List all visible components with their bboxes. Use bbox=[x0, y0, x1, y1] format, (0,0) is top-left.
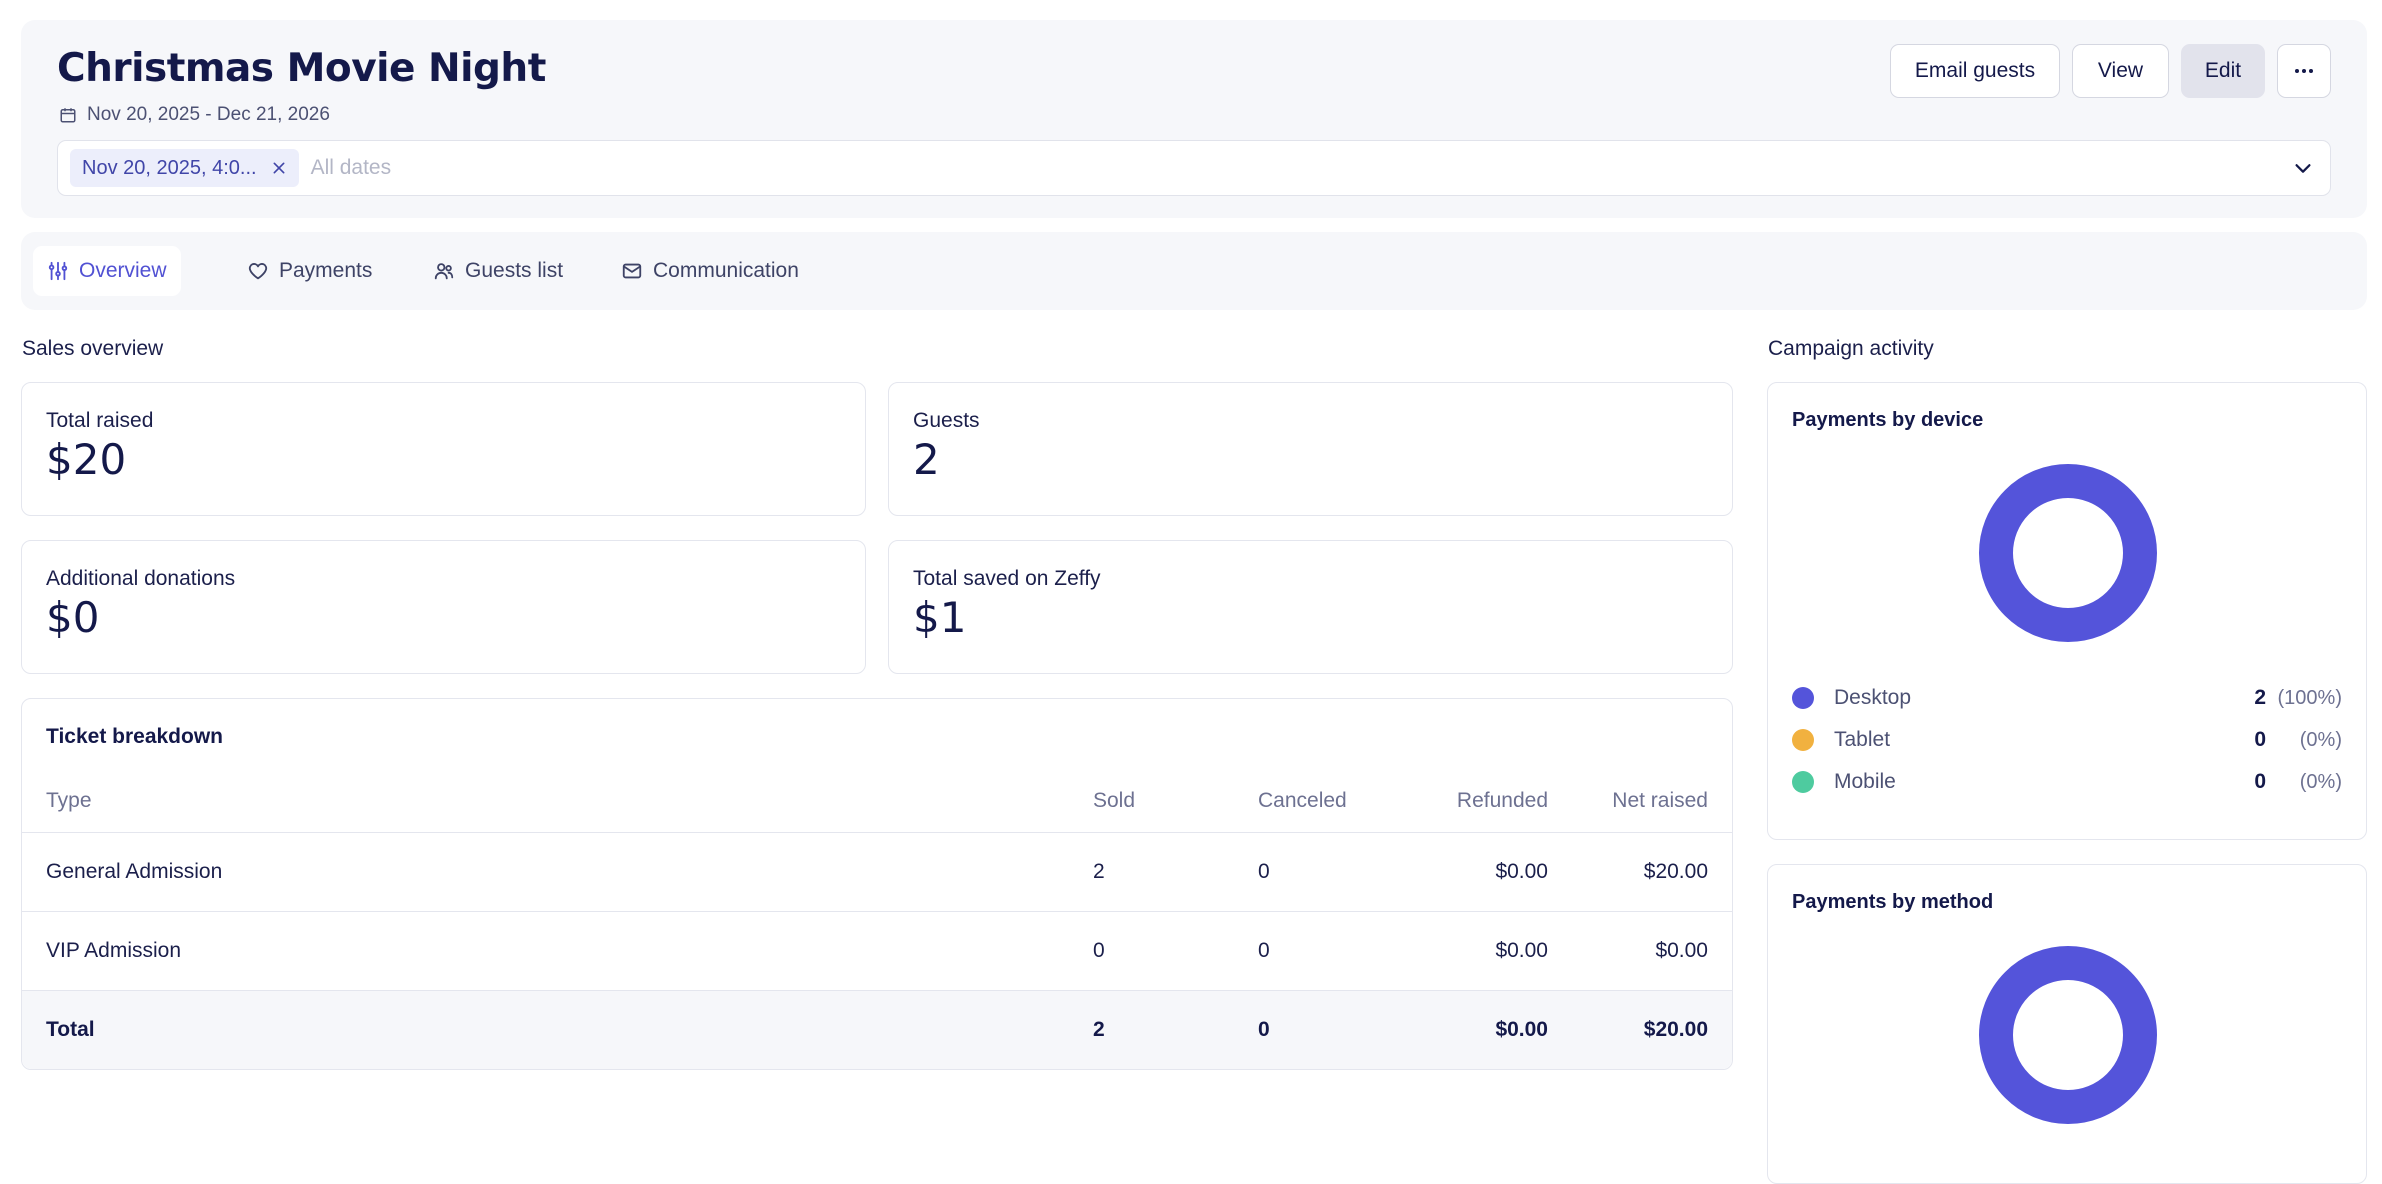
stat-card-total-saved: Total saved on Zeffy $1 bbox=[888, 540, 1733, 674]
more-horizontal-icon bbox=[2295, 69, 2313, 73]
date-filter-placeholder: All dates bbox=[310, 156, 392, 179]
legend-label: Desktop bbox=[1834, 686, 1912, 709]
legend-count: 0 bbox=[2254, 770, 2266, 793]
cell-type: VIP Admission bbox=[46, 939, 182, 962]
mail-icon bbox=[622, 263, 642, 279]
legend-item-mobile: Mobile 0 (0%) bbox=[1792, 767, 2342, 797]
column-header-net-raised: Net raised bbox=[1612, 789, 1708, 812]
legend-label: Tablet bbox=[1834, 728, 1891, 751]
table-header: Type Sold Canceled Refunded Net raised bbox=[22, 789, 1732, 827]
sliders-icon bbox=[48, 261, 68, 281]
payments-by-device-card: Payments by device Desktop 2 (100%) Tabl… bbox=[1767, 382, 2367, 840]
heart-icon bbox=[248, 263, 268, 280]
email-guests-button[interactable]: Email guests bbox=[1890, 44, 2060, 98]
cell-net-raised: $0.00 bbox=[1655, 939, 1708, 962]
stat-label: Total raised bbox=[46, 409, 154, 432]
legend-count: 2 bbox=[2254, 686, 2266, 709]
stat-label: Total saved on Zeffy bbox=[913, 567, 1101, 590]
stat-label: Additional donations bbox=[46, 567, 236, 590]
cell-refunded: $0.00 bbox=[1495, 860, 1548, 883]
close-icon[interactable] bbox=[271, 160, 287, 176]
tab-label: Payments bbox=[279, 259, 373, 282]
stat-value: $1 bbox=[913, 593, 967, 642]
legend-dot bbox=[1792, 729, 1814, 751]
table-total-row: Total 2 0 $0.00 $20.00 bbox=[22, 990, 1732, 1069]
date-filter-select[interactable]: Nov 20, 2025, 4:0... All dates bbox=[57, 140, 2331, 196]
legend-count: 0 bbox=[2254, 728, 2266, 751]
legend-percent: (100%) bbox=[2277, 686, 2342, 709]
page-title: Christmas Movie Night bbox=[57, 46, 546, 91]
event-header: Christmas Movie Night Nov 20, 2025 - Dec… bbox=[21, 20, 2367, 218]
tab-label: Overview bbox=[79, 259, 167, 282]
donut-slice-desktop bbox=[1979, 464, 2157, 642]
tab-label: Communication bbox=[653, 259, 799, 282]
legend-label: Mobile bbox=[1834, 770, 1896, 793]
calendar-icon bbox=[60, 108, 76, 123]
tab-bar: Overview Payments Guests list Communicat… bbox=[21, 232, 2367, 310]
table-row: VIP Admission 0 0 $0.00 $0.00 bbox=[22, 911, 1732, 990]
legend-percent: (0%) bbox=[2299, 770, 2342, 793]
tab-overview[interactable]: Overview bbox=[33, 246, 181, 296]
cell-refunded: $0.00 bbox=[1495, 1018, 1548, 1041]
legend-item-tablet: Tablet 0 (0%) bbox=[1792, 725, 2342, 755]
cell-canceled: 0 bbox=[1258, 939, 1270, 962]
edit-button[interactable]: Edit bbox=[2181, 44, 2265, 98]
sales-overview-label: Sales overview bbox=[22, 337, 164, 360]
tab-communication[interactable]: Communication bbox=[607, 246, 813, 296]
users-icon bbox=[434, 263, 454, 280]
stat-value: $0 bbox=[46, 593, 100, 642]
column-header-canceled: Canceled bbox=[1258, 789, 1347, 812]
cell-sold: 0 bbox=[1093, 939, 1105, 962]
date-range-text: Nov 20, 2025 - Dec 21, 2026 bbox=[87, 104, 330, 125]
stat-value: 2 bbox=[913, 435, 940, 484]
header-actions: Email guests View Edit bbox=[1890, 44, 2331, 98]
device-donut-chart bbox=[1979, 464, 2157, 642]
chevron-down-icon[interactable] bbox=[2292, 157, 2314, 179]
view-button[interactable]: View bbox=[2072, 44, 2169, 98]
cell-net-raised: $20.00 bbox=[1643, 1018, 1708, 1041]
legend-percent: (0%) bbox=[2299, 728, 2342, 751]
tab-payments[interactable]: Payments bbox=[233, 246, 386, 296]
cell-sold: 2 bbox=[1093, 1018, 1105, 1041]
stat-card-guests: Guests 2 bbox=[888, 382, 1733, 516]
stat-card-total-raised: Total raised $20 bbox=[21, 382, 866, 516]
column-header-type: Type bbox=[46, 789, 92, 812]
payments-by-method-title: Payments by method bbox=[1792, 891, 1994, 913]
legend-item-desktop: Desktop 2 (100%) bbox=[1792, 683, 2342, 713]
payments-by-method-card: Payments by method bbox=[1767, 864, 2367, 1184]
tab-label: Guests list bbox=[465, 259, 564, 282]
ticket-breakdown-title: Ticket breakdown bbox=[46, 725, 224, 748]
column-header-sold: Sold bbox=[1093, 789, 1136, 812]
cell-refunded: $0.00 bbox=[1495, 939, 1548, 962]
cell-net-raised: $20.00 bbox=[1643, 860, 1708, 883]
date-chip-label: Nov 20, 2025, 4:0... bbox=[82, 156, 257, 179]
event-date-range: Nov 20, 2025 - Dec 21, 2026 bbox=[59, 104, 330, 126]
stat-label: Guests bbox=[913, 409, 980, 432]
cell-canceled: 0 bbox=[1258, 860, 1270, 883]
column-header-refunded: Refunded bbox=[1456, 789, 1548, 812]
cell-canceled: 0 bbox=[1258, 1018, 1270, 1041]
more-options-button[interactable] bbox=[2277, 44, 2331, 98]
cell-sold: 2 bbox=[1093, 860, 1105, 883]
stat-card-additional-donations: Additional donations $0 bbox=[21, 540, 866, 674]
date-filter-chip: Nov 20, 2025, 4:0... bbox=[70, 149, 299, 187]
cell-type: Total bbox=[46, 1018, 95, 1041]
cell-type: General Admission bbox=[46, 860, 223, 883]
campaign-activity-label: Campaign activity bbox=[1768, 337, 1934, 360]
legend-dot bbox=[1792, 771, 1814, 793]
stat-value: $20 bbox=[46, 435, 127, 484]
donut-slice-method bbox=[1979, 946, 2157, 1124]
payments-by-device-title: Payments by device bbox=[1792, 409, 1984, 431]
table-row: General Admission 2 0 $0.00 $20.00 bbox=[22, 832, 1732, 911]
method-donut-chart bbox=[1979, 946, 2157, 1124]
tab-guests-list[interactable]: Guests list bbox=[419, 246, 577, 296]
ticket-breakdown-card: Ticket breakdown Type Sold Canceled Refu… bbox=[21, 698, 1733, 1070]
legend-dot bbox=[1792, 687, 1814, 709]
